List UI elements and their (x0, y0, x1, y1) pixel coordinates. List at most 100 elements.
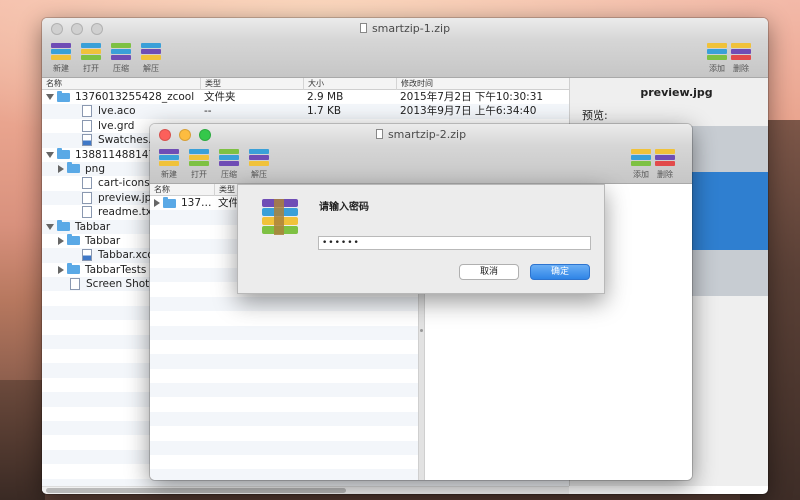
preview-label: 预览: (582, 109, 608, 122)
extract-icon (140, 40, 162, 60)
column-header-type[interactable]: 类型 (214, 184, 235, 196)
toolbar-compress-button[interactable]: 压缩 (106, 40, 136, 74)
disclosure-collapsed-icon[interactable] (154, 199, 160, 207)
folder-icon (67, 162, 80, 174)
disclosure-collapsed-icon[interactable] (58, 236, 64, 245)
window-1-toolbar: 新建 打开 压缩 解压 添加 删除 (42, 40, 768, 78)
empty-row (150, 440, 418, 456)
window-1-table-header: 名称 类型 大小 修改时间 (42, 78, 569, 90)
toolbar-label: 压缩 (221, 170, 237, 179)
window-1-title: smartzip-1.zip (371, 22, 451, 35)
open-archive-icon (80, 40, 102, 60)
empty-row (150, 397, 418, 412)
minimize-button[interactable] (179, 129, 191, 141)
toolbar-label: 打开 (191, 170, 207, 179)
column-header-name[interactable]: 名称 (150, 184, 170, 196)
document-icon (375, 129, 383, 139)
row-name-cell: 1376013255428_zcool (46, 90, 196, 104)
file-icon (82, 119, 92, 132)
row-date-cell: 2015年7月2日 下午10:30:31 (400, 91, 544, 103)
empty-row (150, 426, 418, 441)
disclosure-collapsed-icon[interactable] (58, 265, 64, 274)
row-name: cart-icons. (98, 177, 154, 190)
empty-row (150, 325, 418, 340)
column-header-modified[interactable]: 修改时间 (396, 78, 433, 90)
toolbar-extract-button[interactable]: 解压 (136, 40, 166, 74)
row-name: TabbarTests (85, 263, 147, 276)
empty-row (150, 411, 418, 427)
archive-app-icon (260, 199, 302, 239)
cancel-button[interactable]: 取消 (459, 264, 519, 280)
empty-row (150, 354, 418, 369)
column-header-name[interactable]: 名称 (42, 78, 62, 90)
file-icon (82, 177, 92, 190)
window-2-titlebar[interactable]: smartzip-2.zip (150, 124, 692, 146)
empty-row (150, 311, 418, 326)
folder-icon (57, 148, 70, 160)
password-dialog: 请输入密码 •••••• 取消 确定 (237, 184, 605, 294)
row-name: readme.txt (98, 206, 157, 219)
zoom-button[interactable] (91, 23, 103, 35)
window-1-titlebar[interactable]: smartzip-1.zip (42, 18, 768, 40)
close-button[interactable] (159, 129, 171, 141)
file-icon (82, 206, 92, 219)
toolbar-compress-button[interactable]: 压缩 (214, 146, 244, 180)
toolbar-label: 新建 (53, 64, 69, 73)
empty-row (150, 383, 418, 398)
folder-icon (67, 234, 80, 246)
file-icon (82, 249, 92, 262)
file-icon (82, 105, 92, 118)
window-2-title: smartzip-2.zip (387, 128, 467, 141)
toolbar-label: 解压 (251, 170, 267, 179)
toolbar-open-archive-button[interactable]: 打开 (76, 40, 106, 74)
add-icon (630, 146, 652, 166)
document-icon (359, 23, 367, 33)
window-1-traffic-lights (51, 23, 103, 35)
row-date-cell: 2013年9月7日 上午6:34:40 (400, 105, 537, 118)
row-size-cell: 1.7 KB (307, 105, 342, 118)
window-2-traffic-lights (159, 129, 211, 141)
toolbar-delete-button[interactable]: 删除 (726, 40, 756, 74)
folder-row[interactable]: 1376013255428_zcool 文件夹 2.9 MB 2015年7月2日 下午… (42, 90, 569, 104)
file-icon (82, 191, 92, 204)
folder-icon (163, 196, 176, 208)
close-button[interactable] (51, 23, 63, 35)
column-header-size[interactable]: 大小 (303, 78, 324, 90)
password-value: •••••• (322, 238, 360, 248)
row-name: lve.grd (98, 119, 135, 132)
minimize-button[interactable] (71, 23, 83, 35)
disclosure-expanded-icon[interactable] (46, 94, 54, 100)
folder-icon (67, 263, 80, 275)
wallpaper-mountain-left (0, 380, 45, 500)
empty-row (150, 296, 418, 312)
horizontal-scrollbar[interactable] (42, 486, 569, 494)
disclosure-expanded-icon[interactable] (46, 151, 54, 158)
row-name: Tabbar.xco (98, 249, 154, 262)
dialog-title: 请输入密码 (319, 202, 369, 213)
file-row[interactable]: lve.aco -- 1.7 KB 2013年9月7日 上午6:34:40 (42, 104, 569, 119)
row-name: Tabbar (75, 220, 111, 233)
compress-icon (110, 40, 132, 60)
open-archive-icon (188, 146, 210, 166)
column-header-type[interactable]: 类型 (200, 78, 221, 90)
extract-icon (248, 146, 270, 166)
empty-row (150, 455, 418, 470)
row-name: preview.jpg (98, 191, 159, 204)
password-field[interactable]: •••••• (318, 236, 591, 250)
row-name: lve.aco (98, 105, 136, 118)
toolbar-extract-button[interactable]: 解压 (244, 146, 274, 180)
file-icon (70, 278, 80, 291)
row-name: Screen Shot 2 (86, 278, 160, 291)
toolbar-delete-button[interactable]: 删除 (650, 146, 680, 180)
folder-icon (57, 90, 70, 102)
disclosure-expanded-icon[interactable] (46, 223, 54, 230)
toolbar-new-archive-button[interactable]: 新建 (154, 146, 184, 180)
toolbar-label: 压缩 (113, 64, 129, 73)
zoom-button[interactable] (199, 129, 211, 141)
toolbar-new-archive-button[interactable]: 新建 (46, 40, 76, 74)
delete-icon (654, 146, 676, 166)
disclosure-collapsed-icon[interactable] (58, 164, 64, 173)
toolbar-open-archive-button[interactable]: 打开 (184, 146, 214, 180)
ok-button[interactable]: 确定 (530, 264, 590, 280)
toolbar-label: 打开 (83, 64, 99, 73)
